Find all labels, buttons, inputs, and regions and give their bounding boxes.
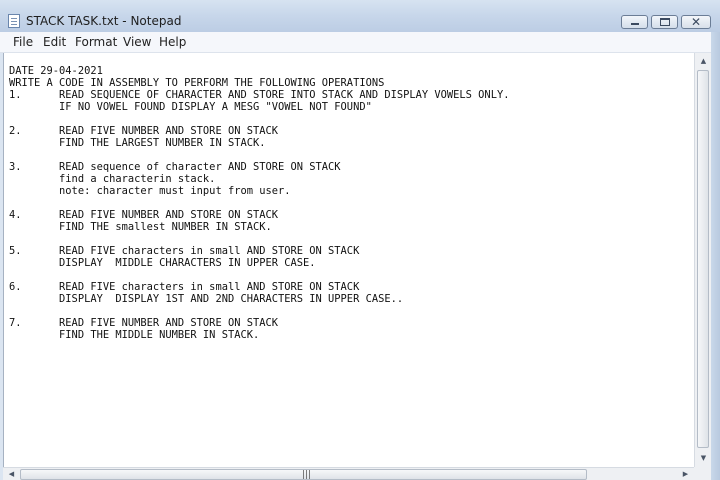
menu-bar: File Edit Format View Help xyxy=(0,32,720,53)
notepad-window: STACK TASK.txt - Notepad ✕ File Edit For… xyxy=(0,0,720,480)
vertical-scrollbar[interactable]: ▲ ▼ xyxy=(694,53,712,467)
text-editor[interactable]: DATE 29-04-2021 WRITE A CODE IN ASSEMBLY… xyxy=(3,53,695,467)
minimize-button[interactable] xyxy=(621,15,648,29)
menu-edit[interactable]: Edit xyxy=(43,35,66,49)
text-line[interactable]: note: character must input from user. xyxy=(9,185,290,197)
horizontal-scroll-thumb[interactable]: ||| xyxy=(20,469,587,480)
text-line[interactable]: 3. READ sequence of character AND STORE … xyxy=(9,161,341,173)
menu-help[interactable]: Help xyxy=(159,35,186,49)
text-line[interactable]: find a characterin stack. xyxy=(9,173,215,185)
maximize-button[interactable] xyxy=(651,15,678,29)
text-line[interactable]: WRITE A CODE IN ASSEMBLY TO PERFORM THE … xyxy=(9,77,384,89)
scroll-left-icon[interactable]: ◀ xyxy=(3,470,20,478)
maximize-icon xyxy=(660,18,670,26)
text-line[interactable]: 5. READ FIVE characters in small AND STO… xyxy=(9,245,359,257)
close-button[interactable]: ✕ xyxy=(681,15,711,29)
size-grip[interactable] xyxy=(694,467,711,480)
menu-format[interactable]: Format xyxy=(75,35,117,49)
text-line[interactable]: 6. READ FIVE characters in small AND STO… xyxy=(9,281,359,293)
text-line[interactable]: FIND THE MIDDLE NUMBER IN STACK. xyxy=(9,329,259,341)
scroll-right-icon[interactable]: ▶ xyxy=(677,470,694,478)
text-line[interactable]: IF NO VOWEL FOUND DISPLAY A MESG "VOWEL … xyxy=(9,101,372,113)
minimize-icon xyxy=(631,23,639,25)
menu-file[interactable]: File xyxy=(13,35,33,49)
text-line[interactable]: 7. READ FIVE NUMBER AND STORE ON STACK xyxy=(9,317,278,329)
close-icon: ✕ xyxy=(690,15,702,29)
window-title: STACK TASK.txt - Notepad xyxy=(26,14,182,28)
notepad-app-icon[interactable] xyxy=(8,14,20,28)
scroll-down-icon[interactable]: ▼ xyxy=(695,454,712,462)
text-line[interactable]: 1. READ SEQUENCE OF CHARACTER AND STORE … xyxy=(9,89,509,101)
text-line[interactable]: 4. READ FIVE NUMBER AND STORE ON STACK xyxy=(9,209,278,221)
horizontal-scrollbar[interactable]: ◀ ||| ▶ xyxy=(3,467,694,480)
text-line[interactable]: FIND THE smallest NUMBER IN STACK. xyxy=(9,221,272,233)
text-line[interactable]: 2. READ FIVE NUMBER AND STORE ON STACK xyxy=(9,125,278,137)
window-frame-right xyxy=(711,32,720,480)
menu-view[interactable]: View xyxy=(123,35,151,49)
scroll-up-icon[interactable]: ▲ xyxy=(695,57,712,65)
title-bar[interactable]: STACK TASK.txt - Notepad ✕ xyxy=(0,0,720,32)
text-line[interactable]: FIND THE LARGEST NUMBER IN STACK. xyxy=(9,137,265,149)
vertical-scroll-thumb[interactable] xyxy=(697,70,709,448)
text-line[interactable]: DISPLAY DISPLAY 1ST AND 2ND CHARACTERS I… xyxy=(9,293,403,305)
text-line[interactable]: DISPLAY MIDDLE CHARACTERS IN UPPER CASE. xyxy=(9,257,316,269)
text-line[interactable]: DATE 29-04-2021 xyxy=(9,65,103,77)
scroll-grip-icon: ||| xyxy=(302,470,312,480)
